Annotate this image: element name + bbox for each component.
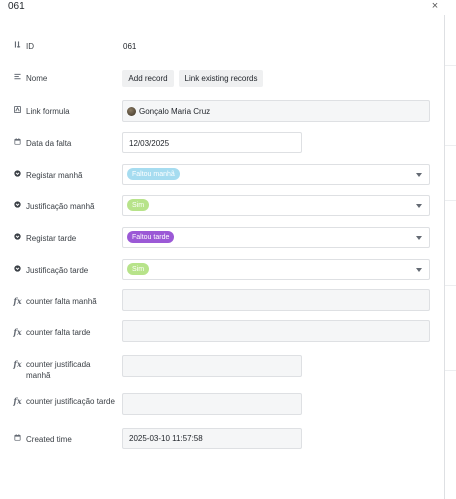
list-icon bbox=[14, 73, 21, 80]
counter-justificada-manha-field bbox=[122, 355, 302, 377]
fx-icon: fx bbox=[13, 396, 22, 406]
field-label-counter-falta-manha: fx counter falta manhã bbox=[13, 296, 97, 306]
field-label-justificacao-tarde: Justificação tarde bbox=[14, 265, 114, 276]
data-falta-value: 12/03/2025 bbox=[129, 139, 170, 148]
chevron-down-icon[interactable] bbox=[416, 236, 422, 240]
field-label-registar-manha: Registar manhã bbox=[14, 170, 114, 181]
link-existing-records-button[interactable]: Link existing records bbox=[179, 70, 263, 87]
justificacao-tarde-select[interactable] bbox=[122, 259, 430, 280]
user-chip[interactable]: Gonçalo Maria Cruz bbox=[127, 105, 210, 117]
field-label-created-time: Created time bbox=[14, 434, 114, 445]
close-icon[interactable]: × bbox=[430, 0, 440, 12]
field-label-link-formula: Link formula bbox=[14, 106, 114, 117]
justificacao-tarde-chip: Sim bbox=[127, 263, 150, 275]
field-label-registar-tarde: Registar tarde bbox=[14, 233, 114, 244]
dropdown-circle-icon bbox=[14, 233, 21, 240]
registar-tarde-chip: Faltou tarde bbox=[127, 231, 175, 243]
calendar-icon bbox=[14, 138, 21, 145]
fx-icon: fx bbox=[13, 327, 22, 337]
field-label-id: ID bbox=[14, 41, 114, 52]
field-label-counter-falta-tarde: fx counter falta tarde bbox=[13, 327, 91, 337]
record-title: 061 bbox=[8, 1, 25, 12]
dropdown-circle-icon bbox=[14, 201, 21, 208]
dropdown-circle-icon bbox=[14, 265, 21, 272]
field-label-data-falta: Data da falta bbox=[14, 138, 114, 149]
field-label-counter-justificacao-tarde: fx counter justificação tarde bbox=[13, 396, 115, 406]
counter-falta-tarde-field bbox=[122, 320, 430, 342]
record-header: 061 × bbox=[0, 0, 456, 16]
counter-justificacao-tarde-field bbox=[122, 393, 302, 415]
justificacao-manha-select[interactable] bbox=[122, 195, 430, 216]
field-label-justificacao-manha: Justificação manhã bbox=[14, 201, 114, 212]
calendar-icon bbox=[14, 434, 21, 441]
id-icon bbox=[14, 41, 21, 48]
field-label-nome: Nome bbox=[14, 73, 114, 84]
user-name: Gonçalo Maria Cruz bbox=[139, 106, 211, 116]
formula-link-icon bbox=[14, 106, 21, 113]
fx-icon: fx bbox=[13, 359, 22, 369]
dropdown-circle-icon bbox=[14, 170, 21, 177]
chevron-down-icon[interactable] bbox=[416, 204, 422, 208]
background-panel-edge bbox=[444, 15, 456, 499]
avatar bbox=[127, 106, 136, 116]
id-value: 061 bbox=[123, 42, 137, 51]
field-label-counter-justificada-manha: fx counter justificada manhã bbox=[13, 359, 91, 380]
add-record-button[interactable]: Add record bbox=[122, 70, 174, 87]
registar-manha-chip: Faltou manhã bbox=[127, 168, 180, 180]
fx-icon: fx bbox=[13, 296, 22, 306]
chevron-down-icon[interactable] bbox=[416, 173, 422, 177]
created-time-value: 2025-03-10 11:57:58 bbox=[129, 434, 203, 443]
chevron-down-icon[interactable] bbox=[416, 268, 422, 272]
counter-falta-manha-field bbox=[122, 289, 430, 311]
justificacao-manha-chip: Sim bbox=[127, 199, 150, 211]
